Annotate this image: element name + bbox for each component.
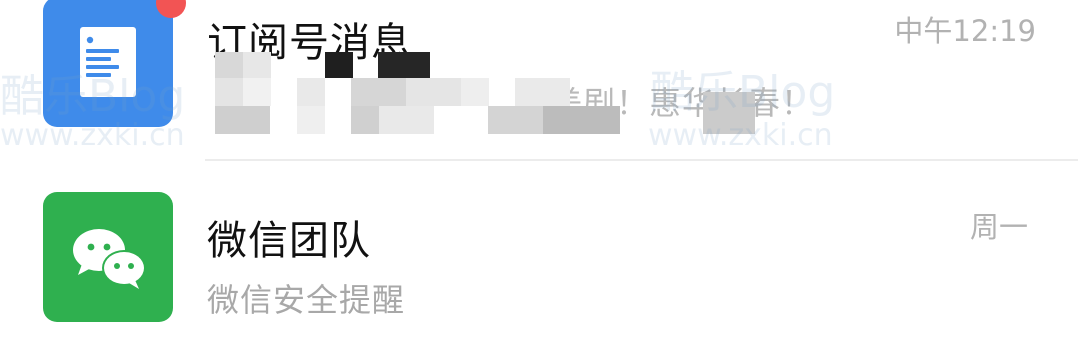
chat-list: 订阅号消息 中午12:19 美剧！惠华长春！ 酷乐Blog www.zxki.c… [0,0,1078,347]
watermark-url: www.zxki.cn [648,118,833,153]
chat-item-wechat-team[interactable]: 微信团队 周一 微信安全提醒 [0,162,1078,347]
chat-preview: 微信安全提醒 [207,281,406,319]
chat-time: 周一 [969,210,1028,244]
wechat-team-avatar [43,192,173,322]
watermark-url: www.zxki.cn [0,118,185,153]
watermark-logo: 酷乐Blog [0,71,186,122]
watermark-logo: 酷乐Blog [650,67,836,118]
divider [205,159,1078,161]
chat-time: 中午12:19 [894,14,1036,48]
chat-name: 微信团队 [207,218,371,264]
wechat-logo-icon [73,229,146,289]
chat-item-subscriptions[interactable]: 订阅号消息 中午12:19 美剧！惠华长春！ 酷乐Blog www.zxki.c… [0,0,1078,160]
